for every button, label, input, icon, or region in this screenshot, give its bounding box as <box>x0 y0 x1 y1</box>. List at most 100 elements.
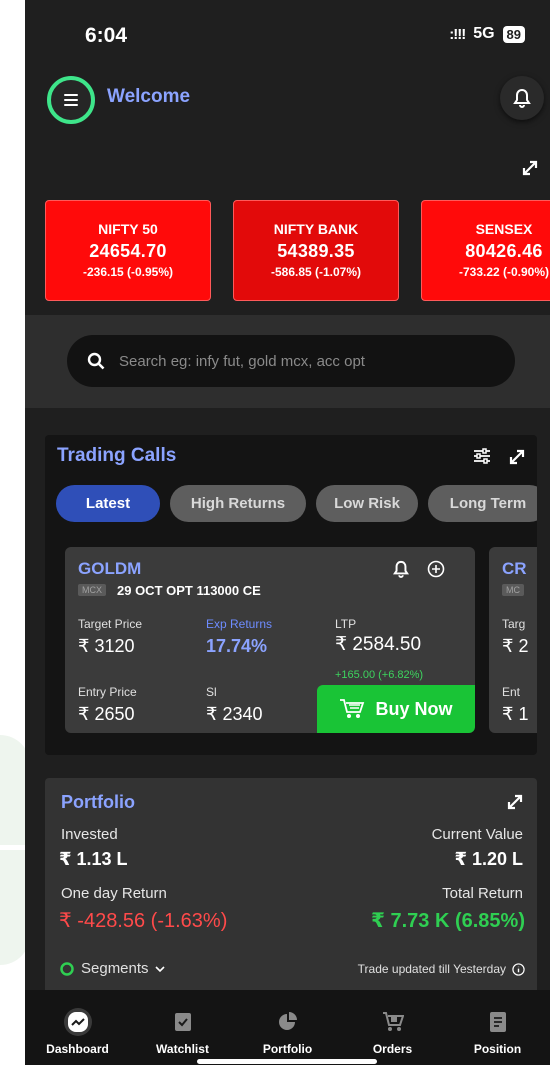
status-time: 6:04 <box>85 24 128 47</box>
set-alert-button[interactable] <box>392 560 410 583</box>
tab-low-risk[interactable]: Low Risk <box>316 485 418 522</box>
entry-price-label: Ent <box>502 685 521 699</box>
status-bar: 6:04 :!!! 5G 89 <box>25 0 550 70</box>
search-placeholder: Search eg: infy fut, gold mcx, acc opt <box>119 352 365 370</box>
index-value: 80426.46 <box>465 241 543 261</box>
buy-now-button[interactable]: Buy Now <box>317 685 475 733</box>
ltp-label: LTP <box>335 617 357 631</box>
index-value: 54389.35 <box>277 241 355 261</box>
target-price-label: Target Price <box>78 617 143 631</box>
trading-calls-title: Trading Calls <box>57 445 177 466</box>
signal-icon: :!!! <box>449 25 466 43</box>
stop-loss-label: Sl <box>206 685 217 699</box>
trading-call-card-next[interactable]: CR MC Targ ₹ 2 Ent ₹ 1 <box>489 547 537 733</box>
expand-portfolio-button[interactable] <box>505 792 525 817</box>
day-return-value: ₹ -428.56 (-1.63%) <box>59 910 228 932</box>
portfolio-panel: Portfolio Invested ₹ 1.13 L Current Valu… <box>45 778 537 998</box>
filter-button[interactable] <box>473 447 491 470</box>
entry-price-value: ₹ 2650 <box>78 704 135 724</box>
tab-latest[interactable]: Latest <box>56 485 160 522</box>
buy-now-label: Buy Now <box>375 698 453 719</box>
index-cards: NIFTY 50 24654.70 -236.15 (-0.95%) NIFTY… <box>45 200 550 301</box>
search-icon <box>87 352 105 370</box>
hamburger-icon <box>64 94 78 106</box>
nav-label: Watchlist <box>156 1042 209 1056</box>
nav-label: Position <box>473 1042 522 1056</box>
expand-trading-calls-button[interactable] <box>507 447 527 472</box>
bell-icon <box>513 88 531 108</box>
tab-high-returns[interactable]: High Returns <box>170 485 306 522</box>
phone-screen: 6:04 :!!! 5G 89 Welcome NIFTY 50 24654.7… <box>25 0 550 1065</box>
pie-icon <box>274 1008 302 1036</box>
target-price-value: ₹ 2 <box>502 636 529 656</box>
index-card-sensex[interactable]: SENSEX 80426.46 -733.22 (-0.90%) <box>421 200 550 301</box>
invested-label: Invested <box>61 826 118 843</box>
target-price-value: ₹ 3120 <box>78 636 135 656</box>
index-card-niftybank[interactable]: NIFTY BANK 54389.35 -586.85 (-1.07%) <box>233 200 399 301</box>
nav-position[interactable]: Position <box>445 990 550 1065</box>
expand-indices-button[interactable] <box>520 158 540 183</box>
search-section: Search eg: infy fut, gold mcx, acc opt <box>25 315 550 408</box>
search-input[interactable]: Search eg: infy fut, gold mcx, acc opt <box>67 335 515 387</box>
exchange-badge: MC <box>502 584 524 596</box>
trading-call-card[interactable]: GOLDM MCX 29 OCT OPT 113000 CE Target Pr… <box>65 547 475 733</box>
contract-name: 29 OCT OPT 113000 CE <box>117 583 261 598</box>
menu-button[interactable] <box>47 76 95 124</box>
nav-watchlist[interactable]: Watchlist <box>130 990 235 1065</box>
current-value: ₹ 1.20 L <box>454 849 523 869</box>
status-indicators: :!!! 5G 89 <box>449 25 525 43</box>
stop-loss-value: ₹ 2340 <box>206 704 263 724</box>
index-change: -236.15 (-0.95%) <box>82 265 174 279</box>
index-value: 24654.70 <box>89 241 167 261</box>
total-return-label: Total Return <box>442 885 523 902</box>
invested-value: ₹ 1.13 L <box>59 849 128 869</box>
tab-long-term[interactable]: Long Term <box>428 485 537 522</box>
portfolio-title: Portfolio <box>61 792 135 812</box>
trade-updated-note: Trade updated till Yesterday <box>358 962 525 976</box>
day-return-label: One day Return <box>61 885 167 902</box>
cart-icon <box>379 1008 407 1036</box>
welcome-title: Welcome <box>107 86 191 107</box>
call-symbol: CR <box>502 559 527 578</box>
nav-portfolio[interactable]: Portfolio <box>235 990 340 1065</box>
nav-orders[interactable]: Orders <box>340 990 445 1065</box>
info-icon[interactable] <box>512 962 525 976</box>
network-label: 5G <box>473 25 495 42</box>
app-header: Welcome <box>25 70 550 130</box>
total-return-value: ₹ 7.73 K (6.85%) <box>371 910 525 932</box>
add-to-watchlist-button[interactable] <box>427 560 445 583</box>
chevron-down-icon <box>154 965 165 972</box>
notification-button[interactable] <box>500 76 544 120</box>
segments-dropdown[interactable]: Segments <box>59 960 165 977</box>
trading-calls-panel: Trading Calls Latest High Returns Low Ri… <box>45 435 537 755</box>
index-name: NIFTY BANK <box>273 221 359 237</box>
index-name: SENSEX <box>475 221 533 237</box>
expand-icon <box>522 160 538 176</box>
segments-label: Segments <box>81 960 149 977</box>
ltp-change: +165.00 (+6.82%) <box>335 669 424 681</box>
bookmark-icon <box>169 1008 197 1036</box>
index-card-nifty50[interactable]: NIFTY 50 24654.70 -236.15 (-0.95%) <box>45 200 211 301</box>
plus-circle-icon <box>427 560 445 578</box>
nav-label: Dashboard <box>46 1042 109 1056</box>
bottom-navigation: Dashboard Watchlist Portfolio Orders Pos… <box>25 990 550 1065</box>
nav-dashboard[interactable]: Dashboard <box>25 990 130 1065</box>
exp-returns-value: 17.74% <box>206 636 268 656</box>
expand-icon <box>509 449 525 465</box>
sliders-icon <box>474 448 490 464</box>
nav-label: Portfolio <box>262 1042 313 1056</box>
expand-icon <box>507 794 523 810</box>
entry-price-label: Entry Price <box>78 685 137 699</box>
chart-icon <box>63 1008 92 1036</box>
battery-icon: 89 <box>502 25 525 43</box>
index-name: NIFTY 50 <box>98 221 158 237</box>
exchange-badge: MCX <box>78 584 106 596</box>
trading-calls-tabs: Latest High Returns Low Risk Long Term <box>56 485 537 522</box>
document-icon <box>484 1008 512 1036</box>
cart-icon <box>340 699 365 718</box>
call-symbol: GOLDM <box>78 559 142 578</box>
index-change: -733.22 (-0.90%) <box>458 265 550 279</box>
nav-label: Orders <box>372 1042 413 1056</box>
bell-icon <box>392 560 410 578</box>
current-value-label: Current Value <box>431 826 523 843</box>
